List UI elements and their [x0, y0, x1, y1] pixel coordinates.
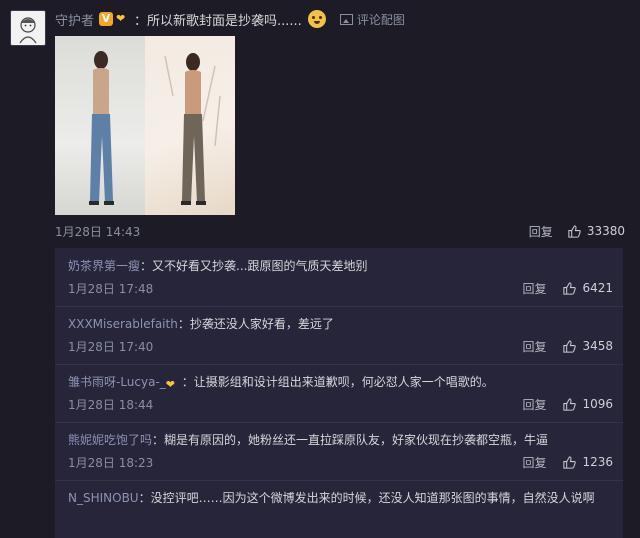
comment-like-count: 3458	[582, 339, 613, 353]
comment-meta: 1月28日 18:23 回复 1236	[68, 453, 613, 471]
comment-like-count: 6421	[582, 281, 613, 295]
post-like-button[interactable]: 33380	[567, 224, 625, 239]
comment-text: ：糊是有原因的，她粉丝还一直拉踩原队友，好家伙现在抄袭都空瓶，牛逼	[152, 433, 549, 447]
comment-reply-button[interactable]: 回复	[522, 454, 546, 471]
comment-body: N_SHINOBU：没控评吧……因为这个微博发出来的时候，还没人知道那张图的事情…	[68, 488, 613, 508]
comment-text: ：没控评吧……因为这个微博发出来的时候，还没人知道那张图的事情，自然没人说啊	[138, 491, 595, 505]
comment-like-button[interactable]: 1236	[562, 455, 613, 470]
comment-body: 熊妮妮吃饱了吗：糊是有原因的，她粉丝还一直拉踩原队友，好家伙现在抄袭都空瓶，牛逼	[68, 430, 613, 450]
comment-body: 雏书雨呀-Lucya-_❤ ：让摄影组和设计组出来道歉呗，何必怼人家一个唱歌的。	[68, 372, 613, 392]
comment-like-button[interactable]: 6421	[562, 281, 613, 296]
comment-list: 奶茶界第一瘦：又不好看又抄袭...跟原图的气质天差地别 1月28日 17:48 …	[55, 248, 623, 538]
post-text: ：所以新歌封面是抄袭吗......	[134, 13, 302, 29]
comment-item: N_SHINOBU：没控评吧……因为这个微博发出来的时候，还没人知道那张图的事情…	[55, 480, 623, 538]
comment-picture-label: 评论配图	[356, 12, 405, 27]
comment-like-button[interactable]: 3458	[562, 339, 613, 354]
thumbs-up-icon	[563, 455, 577, 469]
thumbs-up-icon	[563, 281, 577, 295]
post-image-left	[55, 36, 145, 215]
post-like-count: 33380	[586, 224, 625, 238]
comment-text: ：让摄影组和设计组出来道歉呗，何必怼人家一个唱歌的。	[181, 375, 494, 389]
comment-time: 1月28日 17:48	[68, 281, 154, 296]
user-avatar[interactable]	[10, 10, 46, 46]
post-header: 守护者 V ❤ ：所以新歌封面是抄袭吗...... 评论配图	[55, 9, 405, 29]
comment-username[interactable]: 奶茶界第一瘦	[68, 259, 140, 273]
post-meta: 1月28日 14:43 回复 33380	[55, 222, 625, 240]
post-image-right	[145, 36, 235, 215]
image-icon	[339, 13, 353, 25]
comment-body: 奶茶界第一瘦：又不好看又抄袭...跟原图的气质天差地别	[68, 256, 613, 276]
fan-badge-icon: ❤	[165, 378, 176, 391]
comment-like-count: 1236	[582, 455, 613, 469]
comment-meta: 1月28日 17:40 回复 3458	[68, 337, 613, 355]
comment-reply-button[interactable]: 回复	[522, 280, 546, 297]
post-image[interactable]	[55, 36, 235, 215]
comment-time: 1月28日 17:40	[68, 339, 154, 354]
comment-reply-button[interactable]: 回复	[522, 396, 546, 413]
post-reply-button[interactable]: 回复	[529, 223, 553, 240]
comment-text: ：又不好看又抄袭...跟原图的气质天差地别	[140, 259, 368, 273]
comment-picture-link[interactable]: 评论配图	[339, 11, 405, 28]
comment-item: 熊妮妮吃饱了吗：糊是有原因的，她粉丝还一直拉踩原队友，好家伙现在抄袭都空瓶，牛逼…	[55, 422, 623, 481]
verified-icon: V	[99, 12, 114, 26]
comment-username[interactable]: N_SHINOBU	[68, 491, 139, 505]
post-username[interactable]: 守护者	[55, 10, 94, 29]
comment-text: ：抄袭还没人家好看，差远了	[177, 317, 334, 331]
fan-badge-icon: ❤	[116, 12, 126, 25]
comment-like-count: 1096	[582, 397, 613, 411]
comment-reply-button[interactable]: 回复	[522, 338, 546, 355]
comment-body: XXXMiserablefaith：抄袭还没人家好看，差远了	[68, 314, 613, 334]
comment-meta: 1月28日 18:44 回复 1096	[68, 395, 613, 413]
comment-username[interactable]: XXXMiserablefaith	[68, 317, 178, 331]
comment-item: XXXMiserablefaith：抄袭还没人家好看，差远了 1月28日 17:…	[55, 306, 623, 365]
post-time: 1月28日 14:43	[55, 224, 141, 239]
thumbs-up-icon	[568, 224, 581, 238]
comment-time: 1月28日 18:23	[68, 455, 154, 470]
comment-time: 1月28日 18:44	[68, 397, 154, 412]
comment-username[interactable]: 雏书雨呀-Lucya-_	[68, 375, 166, 389]
comment-meta: 1月28日 17:48 回复 6421	[68, 279, 613, 297]
comment-like-button[interactable]: 1096	[562, 397, 613, 412]
thumbs-up-icon	[563, 339, 577, 353]
comment-item: 奶茶界第一瘦：又不好看又抄袭...跟原图的气质天差地别 1月28日 17:48 …	[55, 248, 623, 307]
thumbs-up-icon	[563, 397, 577, 411]
comment-username[interactable]: 熊妮妮吃饱了吗	[68, 433, 152, 447]
doge-emoji-icon	[307, 10, 326, 28]
comment-item: 雏书雨呀-Lucya-_❤ ：让摄影组和设计组出来道歉呗，何必怼人家一个唱歌的。 …	[55, 364, 623, 423]
